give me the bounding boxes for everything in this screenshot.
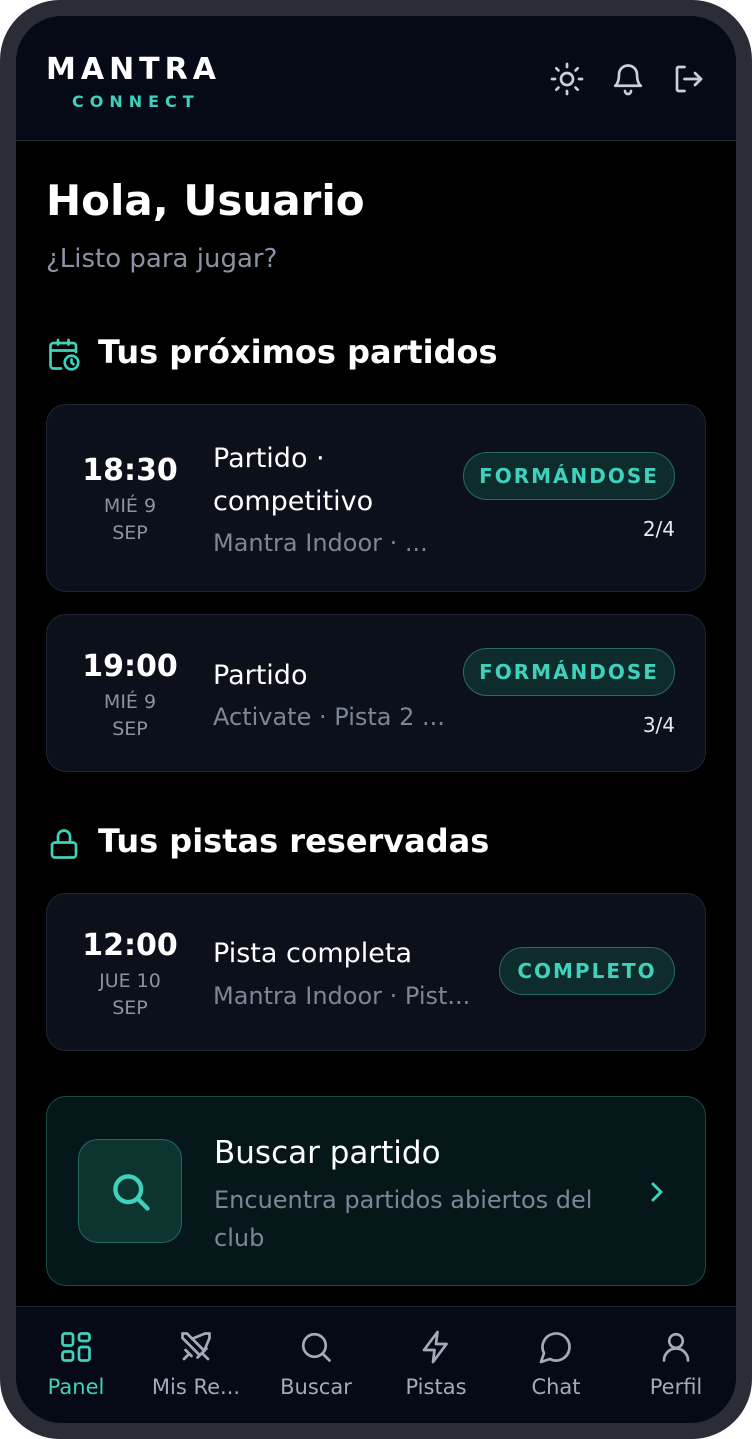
nav-label: Perfil <box>649 1375 703 1399</box>
nav-item-chat[interactable]: Chat <box>496 1307 616 1423</box>
nav-label: Buscar <box>280 1375 352 1399</box>
match-month: SEP <box>112 718 148 740</box>
app-header: MANTRA CONNECT <box>16 16 736 141</box>
search-icon <box>113 1174 150 1211</box>
match-title-line2: competitivo <box>213 486 374 517</box>
status-badge: FORMÁNDOSE <box>463 452 675 500</box>
nav-item-pistas[interactable]: Pistas <box>376 1307 496 1423</box>
match-card[interactable]: 18:30 MIÉ 9 SEP Partido · competitivo Ma… <box>46 404 706 592</box>
nav-item-panel[interactable]: Panel <box>16 1307 136 1423</box>
logo-title: MANTRA <box>46 52 221 87</box>
status-badge: COMPLETO <box>499 947 675 995</box>
lightning-icon <box>422 1330 448 1364</box>
search-icon <box>301 1332 331 1362</box>
match-time: 19:00 <box>82 649 178 684</box>
players-count: 2/4 <box>642 517 675 541</box>
user-icon <box>662 1332 690 1362</box>
search-match-card[interactable]: Buscar partido Encuentra partidos abiert… <box>46 1096 706 1286</box>
courts-section-title: Tus pistas reservadas <box>98 822 490 860</box>
chevron-right-icon <box>651 1182 663 1202</box>
nav-item-perfil[interactable]: Perfil <box>616 1307 736 1423</box>
lock-icon <box>46 826 82 862</box>
match-title-line1: Partido · <box>213 443 325 474</box>
search-icon-tile <box>78 1139 182 1243</box>
nav-label: Chat <box>531 1375 581 1399</box>
nav-item-buscar[interactable]: Buscar <box>256 1307 376 1423</box>
players-count: 3/4 <box>642 713 675 737</box>
booking-day: JUE 10 <box>99 970 161 992</box>
booking-time: 12:00 <box>82 928 178 963</box>
match-month: SEP <box>112 522 148 544</box>
booking-title: Pista completa <box>213 938 413 969</box>
nav-label: Mis Re... <box>151 1375 241 1399</box>
calendar-clock-icon <box>46 337 82 373</box>
nav-item-mis-reservas[interactable]: Mis Re... <box>136 1307 256 1423</box>
booking-month: SEP <box>112 997 148 1019</box>
logout-icon[interactable] <box>671 61 707 97</box>
sun-icon[interactable] <box>549 61 585 97</box>
search-card-title: Buscar partido <box>214 1135 441 1171</box>
match-time: 18:30 <box>82 453 178 488</box>
search-card-description: Encuentra partidos abiertos del club <box>214 1186 593 1252</box>
match-meta: Mantra Indoor · ... <box>213 529 428 557</box>
match-day: MIÉ 9 <box>103 691 157 713</box>
greeting-title: Hola, Usuario <box>46 176 365 225</box>
upcoming-section-title: Tus próximos partidos <box>98 333 498 371</box>
chat-icon <box>539 1332 571 1364</box>
status-badge: FORMÁNDOSE <box>463 648 675 696</box>
match-meta: Activate · Pista 2 ... <box>213 703 445 731</box>
booking-card[interactable]: 12:00 JUE 10 SEP Pista completa Mantra I… <box>46 893 706 1051</box>
dashboard-icon <box>61 1332 91 1362</box>
swords-icon <box>181 1332 211 1361</box>
app-screen: MANTRA CONNECT Hola, Usuario ¿Listo para… <box>16 16 736 1423</box>
match-day: MIÉ 9 <box>103 495 157 517</box>
booking-meta: Mantra Indoor · Pist... <box>213 982 471 1010</box>
logo-subtitle: CONNECT <box>72 92 200 111</box>
device-frame: MANTRA CONNECT Hola, Usuario ¿Listo para… <box>0 0 752 1439</box>
bell-icon[interactable] <box>610 61 646 97</box>
greeting-subtitle: ¿Listo para jugar? <box>46 244 278 274</box>
nav-label: Pistas <box>405 1375 467 1399</box>
match-title: Partido <box>213 660 308 691</box>
match-card[interactable]: 19:00 MIÉ 9 SEP Partido Activate · Pista… <box>46 614 706 772</box>
nav-label: Panel <box>47 1375 105 1399</box>
bottom-nav: Panel Mis Re... Buscar Pistas Chat Perfi… <box>16 1306 736 1423</box>
